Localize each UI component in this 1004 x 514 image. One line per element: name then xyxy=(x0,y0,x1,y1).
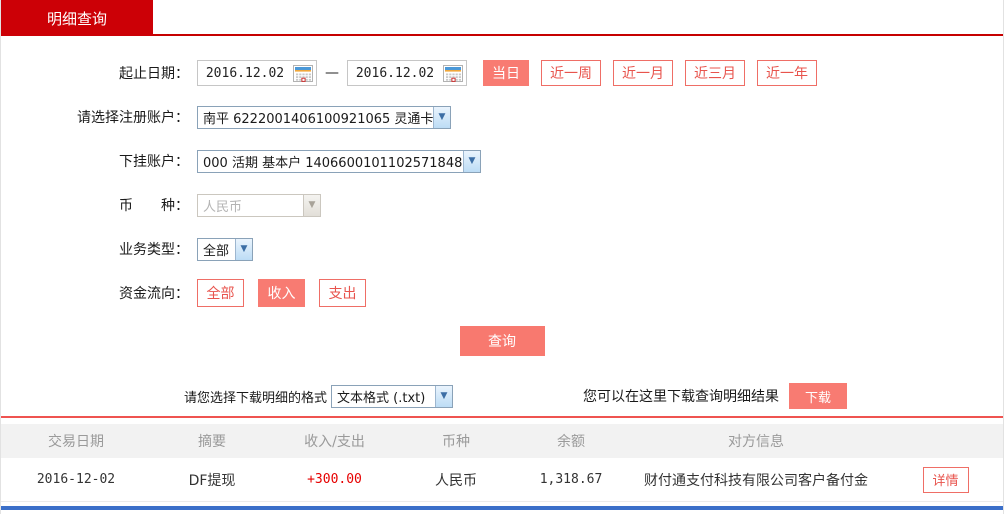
download-button[interactable]: 下载 xyxy=(789,383,848,409)
tab-bar: 明细查询 xyxy=(1,0,1003,36)
detail-query-page: 明细查询 起止日期： 2016.12.02 — 2016.12.02 当日 近一… xyxy=(0,0,1004,514)
quick-range-3months-button[interactable]: 近三月 xyxy=(685,60,745,86)
cell-balance: 1,318.67 xyxy=(539,472,603,487)
chevron-down-icon: ▼ xyxy=(433,106,450,128)
fund-flow-income-button[interactable]: 收入 xyxy=(258,279,305,307)
linked-account-label: 下挂账户： xyxy=(119,154,189,170)
chevron-down-icon: ▼ xyxy=(235,238,252,260)
download-row: 请您选择下载明细的格式 文本格式 (.txt) ▼ 您可以在这里下载查询明细结果… xyxy=(1,383,1003,409)
fund-flow-row: 资金流向： 全部 收入 支出 xyxy=(1,279,1003,307)
registered-account-row: 请选择注册账户： 南平 6222001406100921065 灵通卡 ▼ xyxy=(1,104,1003,130)
fund-flow-all-button[interactable]: 全部 xyxy=(197,279,244,307)
bottom-blue-bar xyxy=(1,506,1003,510)
currency-label: 币 种： xyxy=(119,198,189,214)
header-currency: 币种 xyxy=(442,434,470,450)
query-button[interactable]: 查询 xyxy=(459,326,545,356)
quick-range-month-button[interactable]: 近一月 xyxy=(613,60,673,86)
date-range-label: 起止日期： xyxy=(119,66,189,82)
fund-flow-expense-button[interactable]: 支出 xyxy=(319,279,366,307)
quick-range-year-button[interactable]: 近一年 xyxy=(757,60,817,86)
header-balance: 余额 xyxy=(557,434,585,450)
linked-account-select[interactable]: 000 活期 基本户 1406600101102571848 ▼ xyxy=(197,149,481,173)
currency-select: 人民币 ▼ xyxy=(197,193,321,217)
calendar-icon[interactable] xyxy=(292,64,314,83)
chevron-down-icon: ▼ xyxy=(463,150,480,172)
table-row: 2016-12-02 DF提现 +300.00 人民币 1,318.67 财付通… xyxy=(1,458,1003,502)
fund-flow-label: 资金流向： xyxy=(119,286,189,302)
cell-counterparty: 财付通支付科技有限公司客户备付金 xyxy=(644,472,868,489)
cell-transaction-date: 2016-12-02 xyxy=(36,472,116,487)
header-transaction-date: 交易日期 xyxy=(48,434,104,450)
download-format-select[interactable]: 文本格式 (.txt) ▼ xyxy=(331,384,454,408)
business-type-select[interactable]: 全部 ▼ xyxy=(197,237,253,261)
business-type-row: 业务类型： 全部 ▼ xyxy=(1,236,1003,262)
table-header: 交易日期 摘要 收入/支出 币种 余额 对方信息 xyxy=(1,424,1003,458)
download-hint-text: 您可以在这里下载查询明细结果 xyxy=(583,389,780,405)
red-divider xyxy=(1,416,1003,418)
currency-value: 人民币 xyxy=(203,199,243,215)
linked-account-value: 000 活期 基本户 1406600101102571848 xyxy=(203,155,463,171)
download-format-label: 请您选择下载明细的格式 xyxy=(184,390,328,406)
cell-amount: +300.00 xyxy=(307,472,362,487)
download-format-value: 文本格式 (.txt) xyxy=(337,390,426,406)
tab-detail-query[interactable]: 明细查询 xyxy=(1,0,153,36)
business-type-label: 业务类型： xyxy=(119,242,189,258)
date-range-row: 起止日期： 2016.12.02 — 2016.12.02 当日 近一周 近一月… xyxy=(1,60,1003,86)
chevron-down-icon: ▼ xyxy=(303,194,320,216)
cell-currency: 人民币 xyxy=(435,472,477,489)
quick-range-today-button[interactable]: 当日 xyxy=(483,60,529,86)
detail-button[interactable]: 详情 xyxy=(922,466,969,493)
registered-account-select[interactable]: 南平 6222001406100921065 灵通卡 ▼ xyxy=(197,105,451,129)
query-form: 起止日期： 2016.12.02 — 2016.12.02 当日 近一周 近一月… xyxy=(1,36,1003,409)
header-summary: 摘要 xyxy=(198,434,226,450)
cell-summary: DF提现 xyxy=(188,472,236,489)
calendar-icon[interactable] xyxy=(442,64,464,83)
header-income-expense: 收入/支出 xyxy=(304,434,365,450)
end-date-value: 2016.12.02 xyxy=(355,65,435,81)
tab-label: 明细查询 xyxy=(46,9,107,28)
quick-range-week-button[interactable]: 近一周 xyxy=(541,60,601,86)
date-separator: — xyxy=(325,65,339,81)
end-date-input[interactable]: 2016.12.02 xyxy=(347,60,467,86)
registered-account-label: 请选择注册账户： xyxy=(77,110,189,126)
linked-account-row: 下挂账户： 000 活期 基本户 1406600101102571848 ▼ xyxy=(1,148,1003,174)
currency-row: 币 种： 人民币 ▼ xyxy=(1,192,1003,218)
header-counterparty: 对方信息 xyxy=(728,434,784,450)
start-date-input[interactable]: 2016.12.02 xyxy=(197,60,317,86)
chevron-down-icon: ▼ xyxy=(435,385,453,407)
registered-account-value: 南平 6222001406100921065 灵通卡 xyxy=(203,111,433,127)
start-date-value: 2016.12.02 xyxy=(205,65,285,81)
business-type-value: 全部 xyxy=(203,243,230,259)
